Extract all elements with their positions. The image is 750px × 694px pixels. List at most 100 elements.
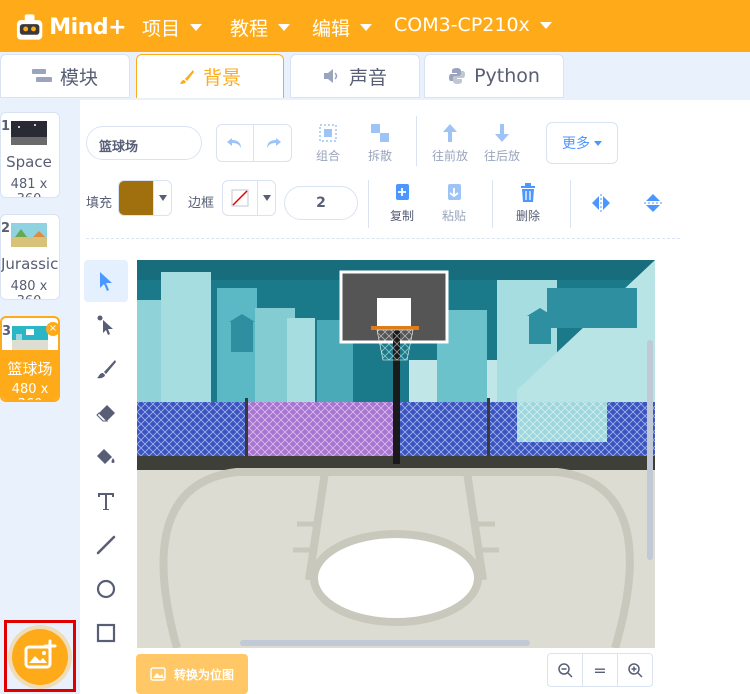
paste-button[interactable]: 粘贴 <box>442 182 466 224</box>
group-button[interactable]: 组合 <box>316 122 340 164</box>
tab-bar: 模块 背景 声音 Python <box>0 52 750 100</box>
menu-bar: Mind+ 项目 教程 编辑 COM3-CP210x <box>0 0 750 52</box>
reshape-tool[interactable] <box>84 304 128 346</box>
fill-tool[interactable] <box>84 436 128 478</box>
backdrop-thumbnail <box>11 121 47 145</box>
menu-com-port[interactable]: COM3-CP210x <box>394 14 552 36</box>
menu-tutorial[interactable]: 教程 <box>230 14 291 41</box>
tab-sounds[interactable]: 声音 <box>290 54 420 98</box>
group-icon <box>319 124 337 142</box>
forward-label: 往前放 <box>432 149 469 163</box>
tab-backdrops[interactable]: 背景 <box>136 54 284 98</box>
chevron-down-icon <box>190 24 203 31</box>
delete-label: 删除 <box>516 209 541 223</box>
brush-tool[interactable] <box>84 348 128 390</box>
backward-button[interactable]: 往后放 <box>484 122 520 164</box>
more-button[interactable]: 更多 <box>546 122 618 164</box>
chevron-down-icon <box>158 195 167 201</box>
redo-button[interactable] <box>254 125 291 161</box>
backdrop-size: 481 x 360 <box>10 177 48 197</box>
divider <box>492 180 493 228</box>
cursor-icon <box>100 272 112 291</box>
convert-to-bitmap-button[interactable]: 转换为位图 <box>136 654 248 694</box>
tab-blocks-label: 模块 <box>59 66 98 89</box>
flip-horizontal-icon <box>592 194 610 212</box>
add-backdrop-button[interactable] <box>12 629 68 685</box>
canvas-vertical-scrollbar[interactable] <box>647 340 653 560</box>
blocks-icon <box>31 69 52 82</box>
paste-label: 粘贴 <box>442 209 467 223</box>
robot-logo-icon <box>16 14 43 40</box>
backdrop-number: 3 <box>2 324 12 339</box>
backdrop-card-basketball[interactable]: 3 × 篮球场 480 x 360 <box>0 316 60 402</box>
delete-button[interactable]: 删除 <box>516 182 540 224</box>
fill-color-picker[interactable] <box>118 180 172 216</box>
line-tool[interactable] <box>84 524 128 566</box>
fill-color-swatch <box>119 181 153 215</box>
rectangle-tool[interactable] <box>84 612 128 654</box>
circle-icon <box>96 579 116 599</box>
ungroup-button[interactable]: 拆散 <box>368 122 392 164</box>
paste-icon <box>448 184 461 200</box>
chevron-down-icon <box>539 21 552 29</box>
eraser-tool[interactable] <box>84 392 128 434</box>
tab-sounds-label: 声音 <box>348 66 387 89</box>
menu-tutorial-label: 教程 <box>230 18 269 40</box>
backdrop-number: 2 <box>1 221 11 236</box>
outline-dropdown[interactable] <box>257 181 275 215</box>
backdrop-thumbnail <box>11 223 47 247</box>
circle-tool[interactable] <box>84 568 128 610</box>
stroke-width-input[interactable]: 2 <box>284 186 358 220</box>
copy-button[interactable]: 复制 <box>390 182 414 224</box>
delete-backdrop-button[interactable]: × <box>46 322 58 336</box>
line-icon <box>96 535 116 555</box>
undo-button[interactable] <box>217 125 255 161</box>
outline-label: 边框 <box>188 196 215 211</box>
drawing-canvas[interactable] <box>137 260 655 648</box>
backdrop-card-jurassic[interactable]: 2 Jurassic 480 x 360 <box>0 214 60 300</box>
convert-to-bitmap-label: 转换为位图 <box>173 667 234 682</box>
python-icon <box>449 68 466 84</box>
arrow-down-icon <box>495 124 509 142</box>
paintbrush-icon <box>97 360 116 379</box>
chevron-down-icon <box>278 24 291 31</box>
tab-backdrops-label: 背景 <box>202 67 241 89</box>
divider <box>368 180 369 228</box>
menu-edit[interactable]: 编辑 <box>312 14 373 41</box>
reshape-icon <box>97 315 113 335</box>
fill-dropdown[interactable] <box>153 181 171 215</box>
select-tool[interactable] <box>84 260 128 302</box>
tab-blocks[interactable]: 模块 <box>0 54 130 98</box>
basketball-court-image <box>137 260 655 648</box>
divider <box>570 180 571 228</box>
backdrop-number: 1 <box>1 119 11 134</box>
ungroup-label: 拆散 <box>368 149 393 163</box>
backdrop-card-space[interactable]: 1 Space 481 x 360 <box>0 112 60 198</box>
backdrop-list: 1 Space 481 x 360 2 Jurassic 480 x 360 3… <box>0 100 80 694</box>
add-backdrop-highlight <box>4 620 76 692</box>
menu-com-port-label: COM3-CP210x <box>394 14 530 36</box>
zoom-out-button[interactable] <box>547 653 583 687</box>
menu-project[interactable]: 项目 <box>142 14 203 41</box>
canvas-horizontal-scrollbar[interactable] <box>240 640 530 646</box>
menu-edit-label: 编辑 <box>312 18 351 40</box>
tab-python[interactable]: Python <box>424 54 564 98</box>
chevron-down-icon <box>262 195 271 201</box>
backdrop-size: 480 x 360 <box>11 382 49 400</box>
forward-button[interactable]: 往前放 <box>432 122 468 164</box>
text-tool[interactable] <box>84 480 128 522</box>
mindplus-logo[interactable]: Mind+ <box>14 8 126 46</box>
outline-color-picker[interactable] <box>222 180 276 216</box>
flip-vertical-button[interactable] <box>642 192 664 217</box>
copy-label: 复制 <box>390 209 415 223</box>
zoom-reset-button[interactable]: = <box>582 653 618 687</box>
costume-name-input[interactable]: 篮球场 <box>86 126 202 160</box>
redo-icon <box>266 138 281 148</box>
ungroup-icon <box>371 124 389 142</box>
undo-redo-group <box>216 124 292 162</box>
divider <box>416 116 417 166</box>
zoom-in-button[interactable] <box>617 653 653 687</box>
flip-horizontal-button[interactable] <box>590 192 612 217</box>
zoom-reset-label: = <box>593 660 607 680</box>
chevron-down-icon <box>360 24 373 31</box>
